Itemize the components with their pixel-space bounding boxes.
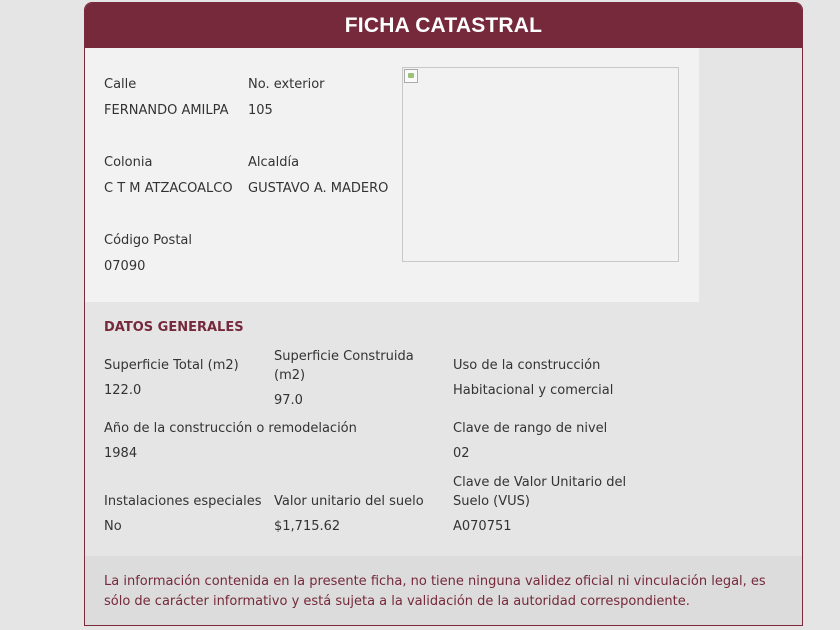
card-title: FICHA CATASTRAL [344,13,543,37]
disclaimer-text: La información contenida en la presente … [104,574,766,609]
colonia-value: C T M ATZACOALCO [104,181,233,196]
codigo-postal-value: 07090 [104,259,146,274]
uso-construccion-value: Habitacional y comercial [453,383,614,398]
superficie-total-label: Superficie Total (m2) [104,358,239,373]
calle-value: FERNANDO AMILPA [104,103,229,118]
valor-unitario-value: $1,715.62 [274,519,341,534]
uso-construccion-label: Uso de la construcción [453,358,601,373]
property-photo [402,67,679,262]
clave-vus-label: Clave de Valor Unitario del Suelo (VUS) [453,475,627,509]
colonia-label: Colonia [104,155,153,170]
clave-rango-nivel-value: 02 [453,446,470,461]
anio-construccion-value: 1984 [104,446,138,461]
superficie-construida-label: Superficie Construida (m2) [274,349,414,383]
superficie-construida-value: 97.0 [274,393,303,408]
broken-image-icon [404,69,418,83]
no-exterior-label: No. exterior [248,77,325,92]
address-panel: Calle FERNANDO AMILPA No. exterior 105 C… [85,48,699,302]
alcaldia-value: GUSTAVO A. MADERO [248,181,389,196]
alcaldia-label: Alcaldía [248,155,300,170]
anio-construccion-label: Año de la construcción o remodelación [104,421,357,436]
valor-unitario-label: Valor unitario del suelo [274,494,424,509]
clave-vus-value: A070751 [453,519,512,534]
disclaimer-footer: La información contenida en la presente … [85,556,802,625]
codigo-postal-label: Código Postal [104,233,193,248]
instalaciones-especiales-value: No [104,519,122,534]
card-header: FICHA CATASTRAL [85,3,802,48]
ficha-catastral-card: FICHA CATASTRAL Calle FERNANDO AMILPA No… [84,2,803,626]
clave-rango-nivel-label: Clave de rango de nivel [453,421,608,436]
datos-generales-title: DATOS GENERALES [104,320,244,335]
superficie-total-value: 122.0 [104,383,142,398]
instalaciones-especiales-label: Instalaciones especiales [104,494,262,509]
calle-label: Calle [104,77,137,92]
no-exterior-value: 105 [248,103,273,118]
